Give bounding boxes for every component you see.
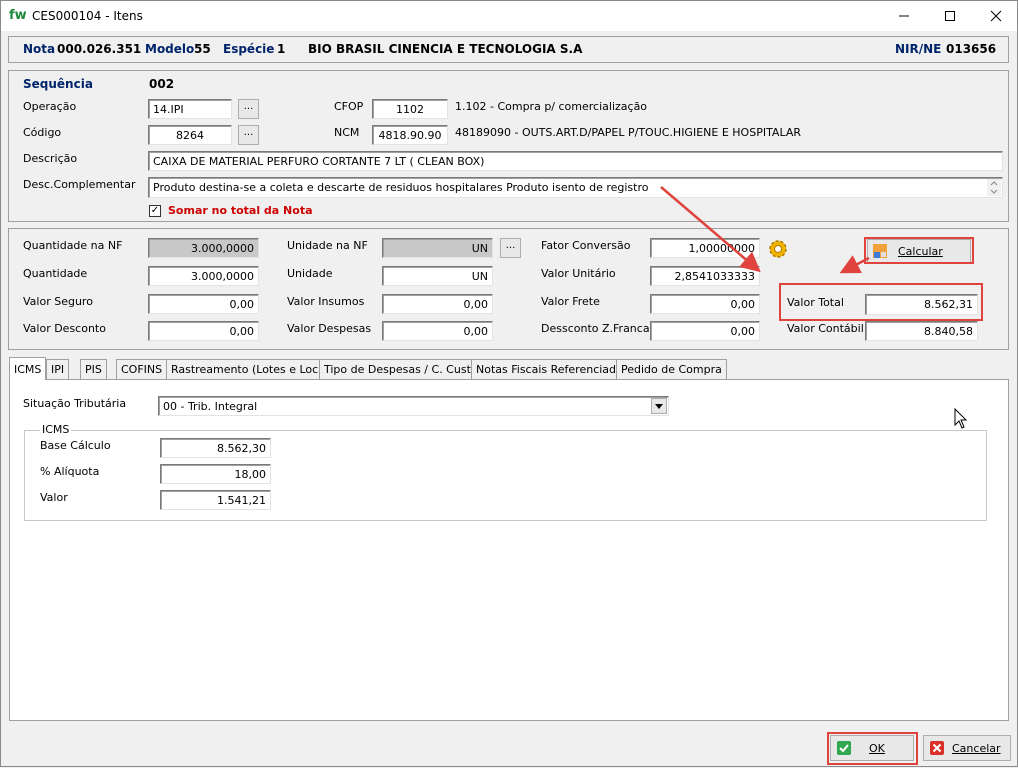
arrow-to-calcular <box>839 255 870 274</box>
arrow-to-valor-total <box>660 186 761 273</box>
annotation-arrows <box>660 186 870 274</box>
tab-icms[interactable]: ICMS <box>9 357 47 380</box>
item-dialog-window: fw CES000104 - Itens Nota 000.026.351 Mo… <box>0 0 1018 767</box>
